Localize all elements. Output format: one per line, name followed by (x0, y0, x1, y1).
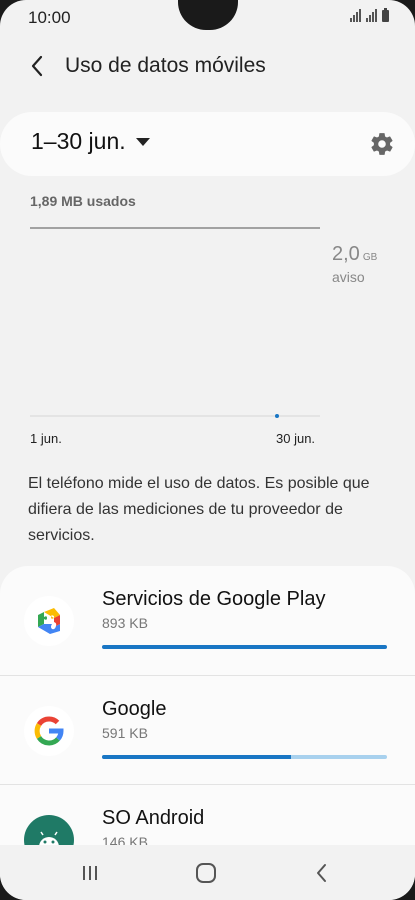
x-tick-label: 30 jun. (276, 431, 316, 446)
list-item[interactable]: Google 591 KB (0, 675, 415, 785)
home-button[interactable] (186, 857, 226, 889)
back-icon (317, 864, 326, 882)
app-name: Servicios de Google Play (102, 588, 326, 610)
page-title: Uso de datos móviles (65, 54, 266, 77)
usage-bar (102, 755, 387, 759)
app-bar: Uso de datos móviles (0, 48, 415, 88)
app-name: Google (102, 698, 167, 720)
period-card: 1–30 jun. (0, 112, 415, 176)
list-item[interactable]: Servicios de Google Play 893 KB (0, 566, 415, 675)
usage-bar (102, 645, 387, 649)
limit-unit: GB (362, 252, 378, 263)
screen: 10:00 Uso de datos móviles 1–30 jun. 1,8… (0, 0, 415, 900)
google-icon (24, 706, 74, 756)
signal-icon (366, 9, 377, 22)
status-icons (350, 8, 389, 22)
back-button[interactable] (22, 51, 52, 81)
recents-icon (83, 866, 97, 880)
recents-button[interactable] (70, 857, 110, 889)
data-used-label: 1,89 MB usados (30, 193, 136, 209)
usage-bar-fill (102, 645, 387, 649)
gear-icon (371, 133, 393, 155)
chevron-left-icon (31, 55, 43, 77)
limit-label: aviso (332, 269, 365, 285)
usage-point (275, 414, 279, 418)
google-play-services-icon (24, 596, 74, 646)
x-tick-label: 1 jun. (30, 431, 62, 446)
app-size: 591 KB (102, 725, 148, 741)
home-icon (196, 863, 216, 883)
battery-icon (382, 8, 389, 22)
navigation-bar (0, 845, 415, 900)
back-nav-button[interactable] (302, 857, 342, 889)
signal-icon (350, 9, 361, 22)
settings-button[interactable] (369, 131, 395, 157)
usage-bar-fill (102, 755, 291, 759)
limit-number: 2,0 (332, 243, 360, 265)
app-size: 893 KB (102, 615, 148, 631)
limit-value: 2,0 GB (332, 243, 377, 266)
camera-notch (178, 0, 238, 30)
app-name: SO Android (102, 807, 205, 829)
status-time: 10:00 (28, 8, 71, 27)
disclaimer-text: El teléfono mide el uso de datos. Es pos… (28, 475, 370, 544)
period-dropdown[interactable]: 1–30 jun. (31, 128, 150, 155)
caret-down-icon (135, 137, 150, 146)
period-label: 1–30 jun. (31, 128, 126, 154)
